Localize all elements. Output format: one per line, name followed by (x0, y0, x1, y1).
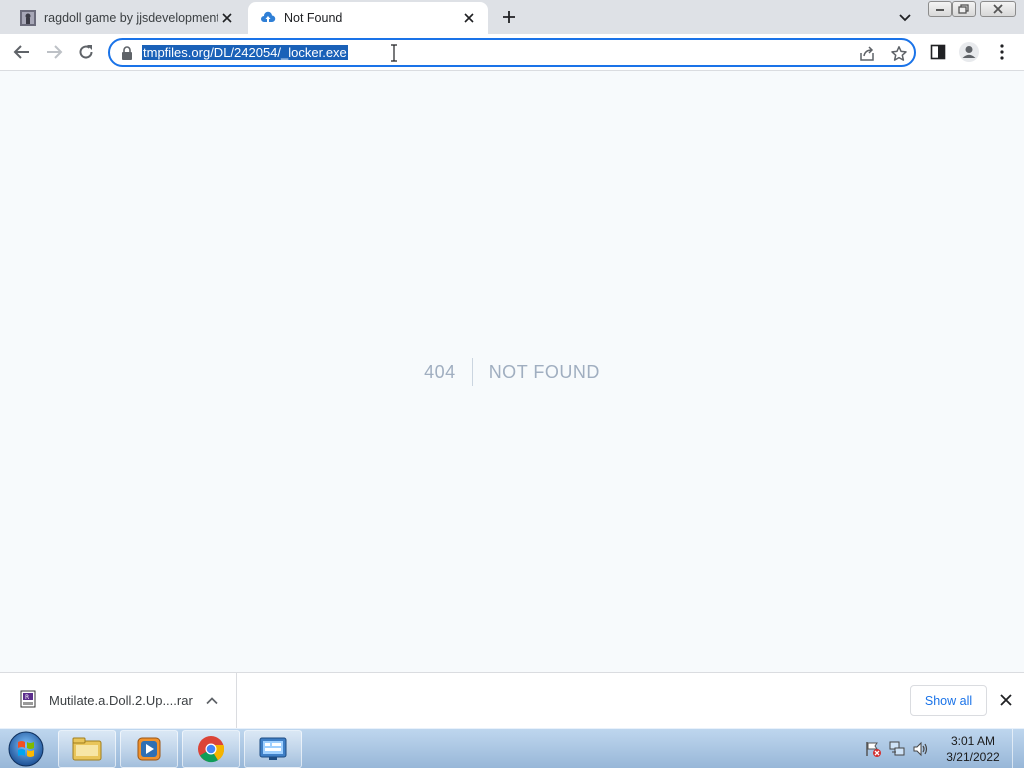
clock-time: 3:01 AM (950, 734, 996, 748)
media-player-icon (137, 737, 161, 761)
window-restore-button[interactable] (952, 1, 976, 17)
text-cursor-icon (391, 44, 397, 62)
tab-ragdoll-game[interactable]: ragdoll game by jjsdevelopments (8, 2, 246, 34)
error-code: 404 (424, 358, 473, 386)
page-content: 404 NOT FOUND (0, 72, 1024, 672)
tab-title: Not Found (284, 11, 343, 25)
url-text[interactable]: tmpfiles.org/DL/242054/_locker.exe (142, 45, 348, 60)
error-text: NOT FOUND (488, 362, 600, 382)
chevron-up-icon[interactable] (205, 694, 219, 708)
lock-icon[interactable] (121, 46, 133, 60)
tab-not-found[interactable]: Not Found (248, 2, 488, 34)
control-panel-icon (259, 737, 287, 760)
back-arrow-icon[interactable] (12, 42, 32, 62)
error-message-block: 404 NOT FOUND (0, 358, 1024, 386)
share-icon[interactable] (858, 45, 876, 63)
window-close-button[interactable] (980, 1, 1016, 17)
forward-arrow-icon[interactable] (44, 42, 64, 62)
chrome-icon (198, 736, 225, 763)
download-item[interactable]: R Mutilate.a.Doll.2.Up....rar (0, 673, 237, 728)
volume-speaker-icon[interactable] (912, 740, 930, 758)
network-icon[interactable] (888, 740, 906, 758)
system-tray (864, 738, 934, 760)
show-desktop-button[interactable] (1012, 729, 1024, 768)
tab-search-chevron-icon[interactable] (896, 8, 914, 26)
bookmark-star-icon[interactable] (890, 45, 908, 63)
windows-start-orb-icon[interactable] (4, 730, 48, 768)
cloud-upload-icon (261, 11, 276, 22)
tab-title: ragdoll game by jjsdevelopments (44, 11, 218, 25)
reload-icon[interactable] (76, 42, 96, 62)
taskbar-app-media-player[interactable] (120, 730, 178, 768)
svg-text:R: R (25, 694, 29, 701)
taskbar-app-explorer[interactable] (58, 730, 116, 768)
browser-toolbar: tmpfiles.org/DL/242054/_locker.exe (0, 34, 1024, 71)
close-download-shelf-icon[interactable] (998, 692, 1014, 708)
window-minimize-button[interactable] (928, 1, 952, 17)
profile-avatar-icon[interactable] (958, 41, 980, 63)
download-file-name: Mutilate.a.Doll.2.Up....rar (49, 693, 193, 708)
taskbar-app-control-panel[interactable] (244, 730, 302, 768)
show-all-downloads-button[interactable]: Show all (910, 685, 987, 716)
side-panel-icon[interactable] (928, 42, 948, 62)
clock-date: 3/21/2022 (946, 750, 1000, 764)
new-tab-button[interactable] (498, 6, 520, 28)
action-center-flag-icon[interactable] (864, 740, 882, 758)
ragdoll-favicon (20, 10, 36, 26)
close-tab-icon[interactable] (460, 9, 478, 27)
more-menu-icon[interactable] (992, 42, 1012, 62)
windows-taskbar: 3:01 AM 3/21/2022 (0, 728, 1024, 768)
taskbar-app-chrome[interactable] (182, 730, 240, 768)
download-shelf: R Mutilate.a.Doll.2.Up....rar Show all (0, 672, 1024, 728)
address-bar[interactable]: tmpfiles.org/DL/242054/_locker.exe (108, 38, 916, 67)
taskbar-clock[interactable]: 3:01 AM 3/21/2022 (938, 733, 1008, 765)
tab-strip: ragdoll game by jjsdevelopments Not Foun… (0, 0, 1024, 34)
close-tab-icon[interactable] (218, 9, 236, 27)
windows-explorer-icon (72, 737, 102, 761)
rar-file-icon: R (20, 690, 36, 708)
